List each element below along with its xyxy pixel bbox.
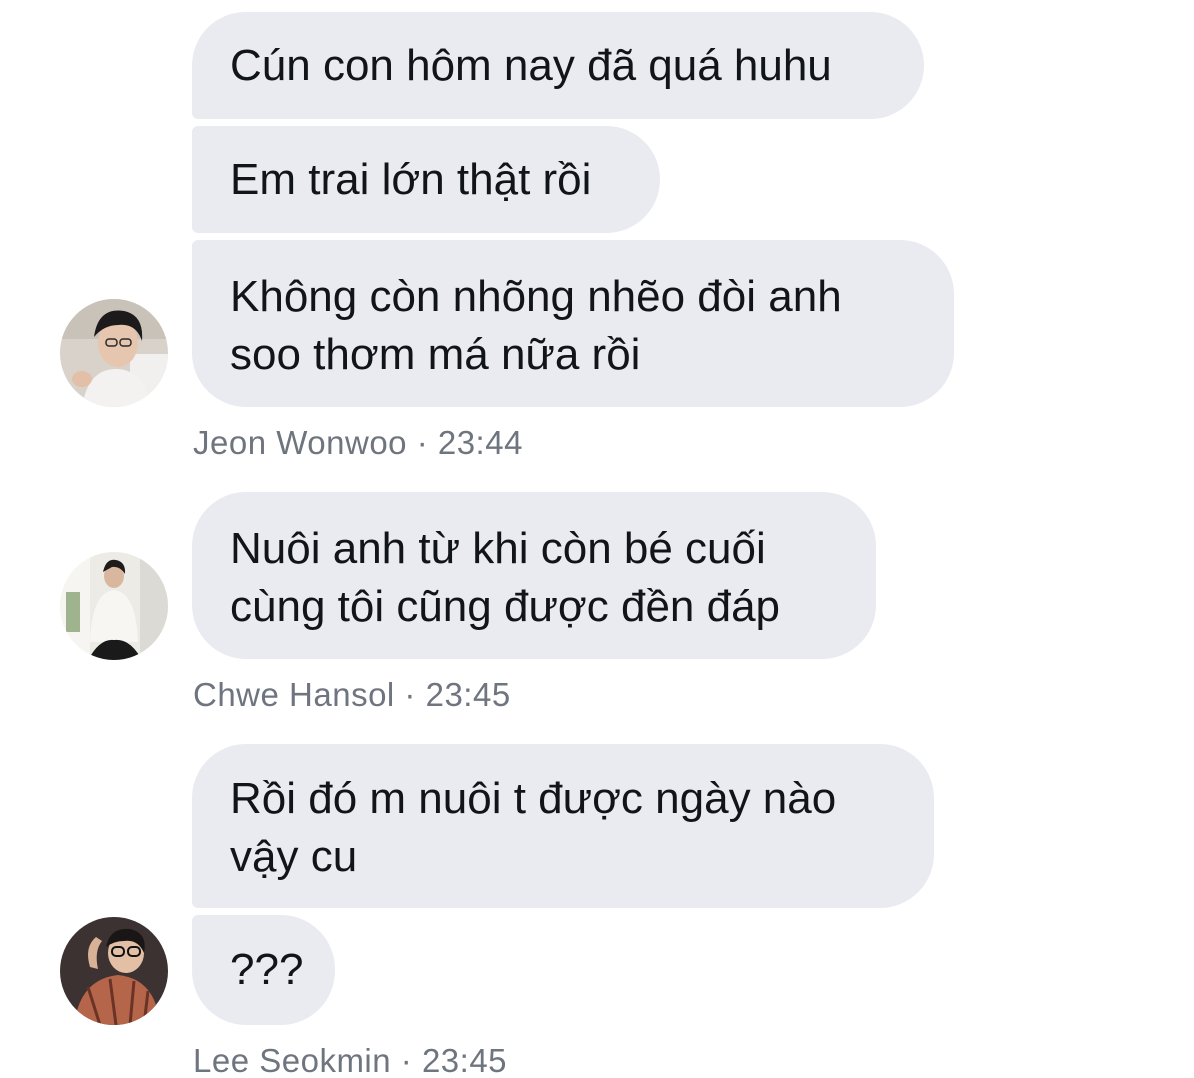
message-bubble[interactable]: Em trai lớn thật rồi: [192, 126, 660, 233]
message-meta: Lee Seokmin · 23:45: [193, 1042, 508, 1078]
user-avatar-photo-icon: [60, 917, 168, 1025]
message-bubble[interactable]: Cún con hôm nay đã quá huhu: [192, 12, 924, 119]
user-avatar-photo-icon: [60, 552, 168, 660]
message-meta: Chwe Hansol · 23:45: [193, 676, 511, 713]
avatar[interactable]: [60, 917, 168, 1025]
user-avatar-photo-icon: [60, 299, 168, 407]
avatar[interactable]: [60, 552, 168, 660]
message-bubble[interactable]: Rồi đó m nuôi t được ngày nào vậy cu: [192, 744, 934, 908]
avatar[interactable]: [60, 299, 168, 407]
message-bubble[interactable]: Nuôi anh từ khi còn bé cuối cùng tôi cũn…: [192, 492, 876, 659]
message-meta: Jeon Wonwoo · 23:44: [193, 424, 523, 461]
message-bubble[interactable]: Không còn nhõng nhẽo đòi anh soo thơm má…: [192, 240, 954, 407]
chat-thread: Cún con hôm nay đã quá huhu Em trai lớn …: [0, 0, 1194, 1078]
message-bubble[interactable]: ???: [192, 915, 335, 1025]
